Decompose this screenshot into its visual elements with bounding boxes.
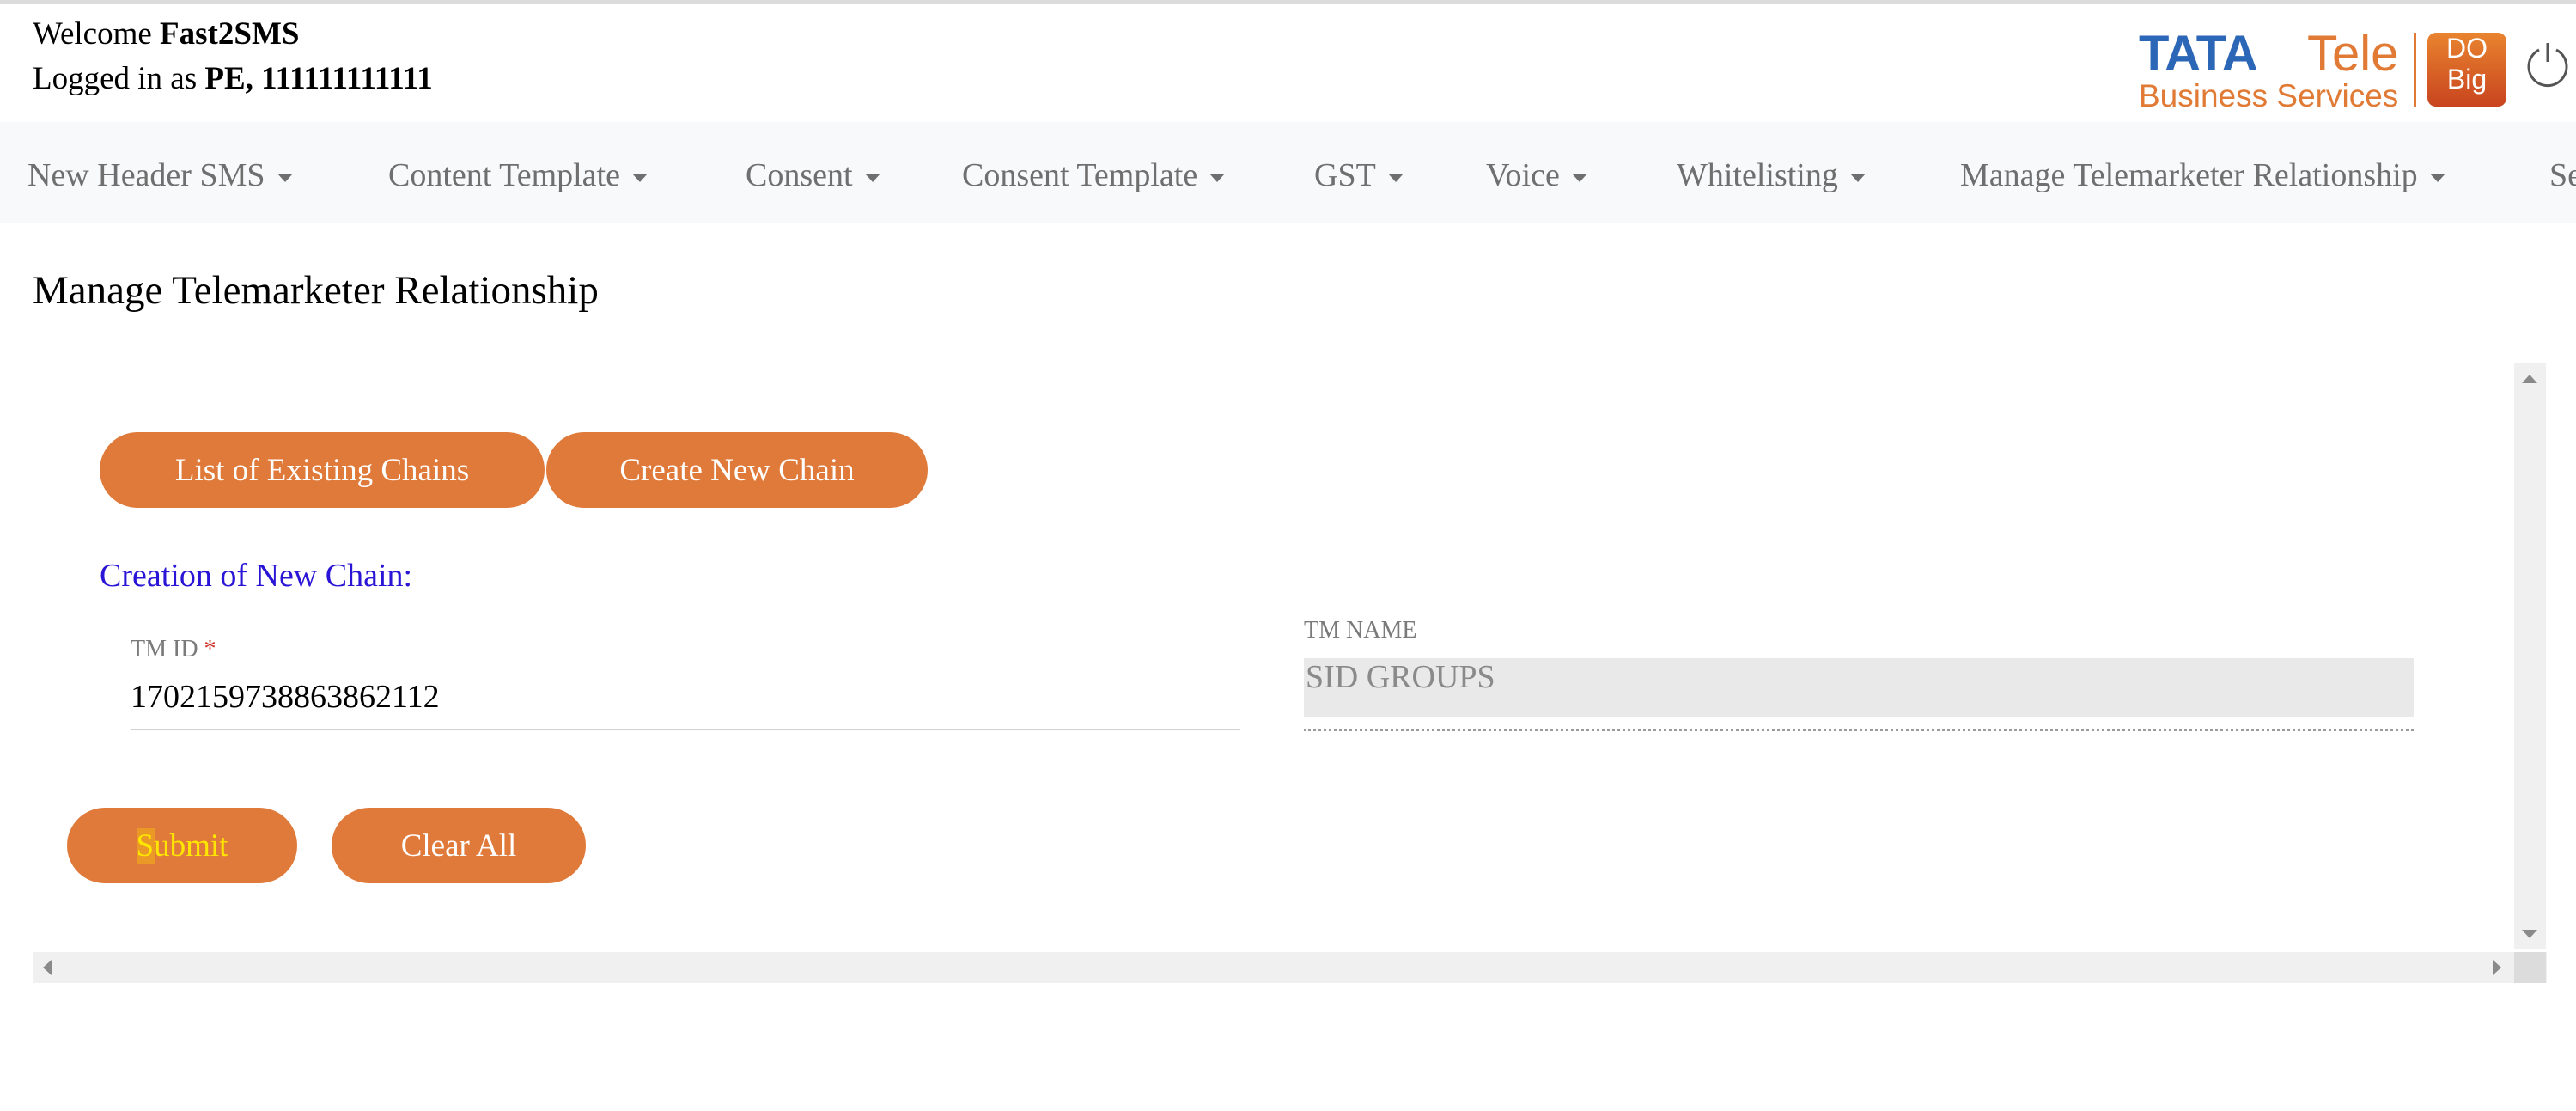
submit-button[interactable]: Submit <box>67 808 297 883</box>
caret-down-icon <box>1571 174 1587 183</box>
caret-down-icon <box>1387 174 1404 183</box>
tm-name-label: TM NAME <box>1304 617 1417 644</box>
caret-down-icon <box>631 174 648 183</box>
welcome-name: Fast2SMS <box>160 16 300 52</box>
nav-whitelisting[interactable]: Whitelisting <box>1677 158 1866 192</box>
logo-divider <box>2414 33 2416 107</box>
logo-brand: TATA <box>2139 26 2258 82</box>
tm-id-input[interactable] <box>131 679 1239 715</box>
caret-down-icon <box>277 174 293 183</box>
caret-down-icon <box>1849 174 1866 183</box>
scroll-down-icon[interactable] <box>2522 930 2537 938</box>
main-nav: New Header SMS Content Template Consent … <box>0 122 2576 223</box>
welcome-line: Welcome Fast2SMS <box>33 16 300 52</box>
nav-manage-telemarketer-relationship[interactable]: Manage Telemarketer Relationship <box>1960 158 2445 192</box>
nav-consent-template[interactable]: Consent Template <box>962 158 1226 192</box>
nav-truncated-item[interactable]: Se <box>2549 158 2576 192</box>
clear-all-button[interactable]: Clear All <box>332 808 586 883</box>
nav-content-template[interactable]: Content Template <box>388 158 648 192</box>
tata-tele-logo: TATA Tele Business Services DO Big <box>2139 26 2517 113</box>
required-mark: * <box>204 636 216 662</box>
scrollbar-corner <box>2514 952 2546 983</box>
scroll-up-icon[interactable] <box>2522 375 2537 383</box>
caret-down-icon <box>2429 174 2445 183</box>
user-greeting: Welcome Fast2SMS Logged in as PE, 111111… <box>33 12 433 101</box>
top-border <box>0 0 2576 4</box>
tm-id-label: TM ID * <box>131 636 216 662</box>
scroll-left-icon[interactable] <box>43 960 52 975</box>
tm-name-field: SID GROUPS <box>1304 658 2414 717</box>
logged-in-value: PE, 111111111111 <box>204 61 433 96</box>
nav-consent[interactable]: Consent <box>746 158 880 192</box>
tm-name-value: SID GROUPS <box>1306 659 1495 695</box>
tm-id-underline <box>131 729 1240 730</box>
nav-gst[interactable]: GST <box>1314 158 1404 192</box>
vertical-scrollbar[interactable] <box>2514 363 2546 949</box>
nav-voice[interactable]: Voice <box>1486 158 1587 192</box>
scroll-right-icon[interactable] <box>2493 960 2501 975</box>
create-new-chain-button[interactable]: Create New Chain <box>546 432 928 508</box>
section-title: Creation of New Chain: <box>100 558 413 594</box>
horizontal-scrollbar[interactable] <box>33 952 2547 983</box>
tm-name-underline <box>1304 729 2414 731</box>
caret-down-icon <box>864 174 880 183</box>
caret-down-icon <box>1209 174 1226 183</box>
list-existing-chains-button[interactable]: List of Existing Chains <box>100 432 545 508</box>
power-icon[interactable] <box>2524 40 2572 88</box>
logo-sub: Tele <box>2307 26 2399 82</box>
logo-line2: Business Services <box>2139 78 2399 113</box>
do-big-badge: DO Big <box>2427 33 2506 107</box>
page-title: Manage Telemarketer Relationship <box>33 268 599 313</box>
logged-in-line: Logged in as PE, 111111111111 <box>33 61 433 96</box>
nav-new-header-sms[interactable]: New Header SMS <box>27 158 293 192</box>
